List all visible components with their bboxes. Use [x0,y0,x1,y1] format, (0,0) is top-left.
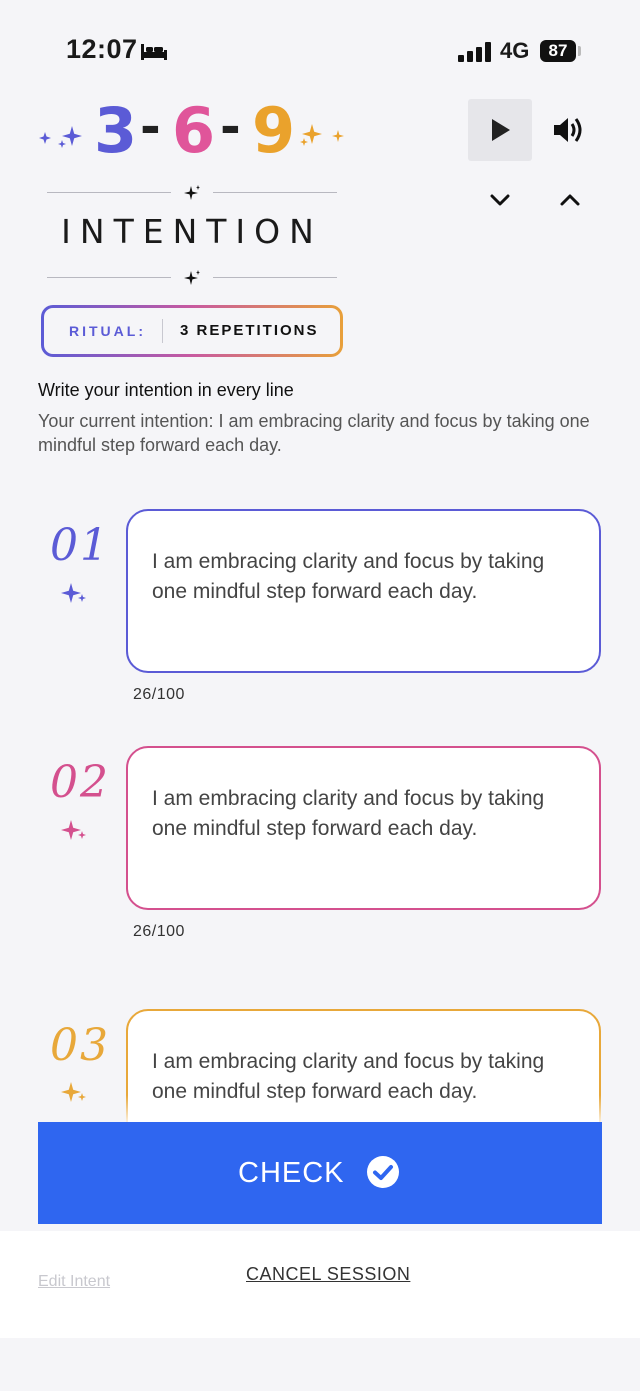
sparkle-icon [61,820,86,840]
sparkle-icon [61,1082,86,1102]
volume-icon[interactable] [552,114,586,151]
instructions-title: Write your intention in every line [38,380,294,400]
check-circle-icon [367,1156,399,1188]
scroll-fade [126,1095,601,1125]
logo-dash: - [220,98,241,156]
play-button[interactable] [468,99,532,161]
check-button[interactable]: CHECK [38,1122,602,1224]
intention-line-input[interactable]: I am embracing clarity and focus by taki… [126,509,601,673]
char-counter: 26/100 [133,923,185,940]
ritual-separator [162,319,163,343]
logo-digit-9: 9 [252,94,296,167]
divider [47,192,171,193]
current-intention: Your current intention: I am embracing c… [38,411,590,455]
status-bar: 12:07 4G 87 [0,0,640,100]
network-type: 4G [500,38,530,63]
sparkle-icon [184,270,200,285]
chevron-down-icon[interactable] [488,190,512,215]
divider [213,192,337,193]
battery-tip [578,46,581,56]
battery-level: 87 [540,40,576,62]
divider [47,277,171,278]
check-button-label: CHECK [238,1157,345,1189]
ritual-label: RITUAL: [69,323,146,339]
divider [213,277,337,278]
char-counter: 26/100 [133,686,185,703]
cancel-session-link[interactable]: CANCEL SESSION [246,1264,410,1285]
page-title: INTENTION [61,212,323,251]
logo-dash: - [140,98,161,156]
sparkle-icon [39,126,82,148]
chevron-up-icon[interactable] [558,190,582,215]
ritual-badge: RITUAL: 3 REPETITIONS [41,305,343,357]
ritual-value: 3 REPETITIONS [180,322,319,339]
line-number: 01 [50,520,110,571]
line-number: 03 [50,1020,110,1071]
logo-digit-6: 6 [172,94,216,167]
edit-intent-link[interactable]: Edit Intent [38,1273,110,1291]
play-icon [492,119,510,141]
app-logo: 3 - 6 - 9 [38,94,358,167]
logo-digit-3: 3 [94,94,138,167]
intention-line-input[interactable]: I am embracing clarity and focus by taki… [126,746,601,910]
line-number: 02 [50,757,110,808]
sparkle-icon [61,583,86,603]
bed-icon [140,42,168,67]
sparkle-icon [184,185,200,200]
status-time: 12:07 [66,34,138,64]
sparkle-icon [300,124,344,146]
signal-icon [458,42,492,67]
line-text: I am embracing clarity and focus by taki… [152,550,545,603]
line-text: I am embracing clarity and focus by taki… [152,787,545,840]
